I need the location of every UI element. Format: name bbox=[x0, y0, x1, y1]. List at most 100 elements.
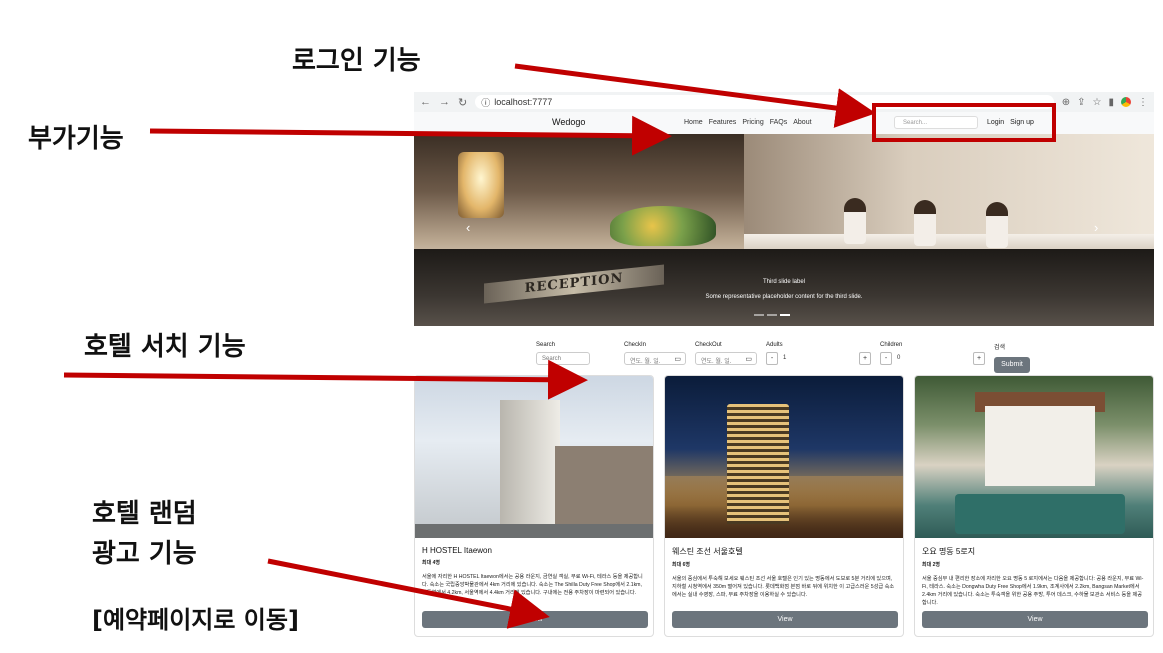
annotation-hotel-search: 호텔 서치 기능 bbox=[84, 326, 246, 363]
hero-receptionist bbox=[986, 202, 1008, 248]
nav-features[interactable]: Features bbox=[709, 119, 737, 126]
hotel-image bbox=[415, 376, 653, 538]
hotel-capacity: 최대 2명 bbox=[922, 562, 940, 568]
checkout-group: CheckOut 연도. 월. 일. ▭ bbox=[695, 342, 757, 365]
carousel-indicator-active[interactable] bbox=[780, 314, 790, 316]
carousel-indicators bbox=[754, 314, 790, 316]
children-plus-button[interactable]: + bbox=[973, 352, 985, 365]
children-value[interactable]: 0 bbox=[892, 352, 973, 365]
hero-receptionist bbox=[914, 200, 936, 246]
submit-group: 검색 bbox=[994, 342, 1005, 355]
children-label: Children bbox=[880, 342, 903, 348]
checkin-label: CheckIn bbox=[624, 342, 647, 348]
annotation-random-line1: 호텔 랜덤 bbox=[92, 499, 197, 529]
checkout-label: CheckOut bbox=[695, 342, 722, 348]
adults-label: Adults bbox=[766, 342, 783, 348]
calendar-icon[interactable]: ▭ bbox=[674, 355, 681, 363]
pool bbox=[955, 494, 1125, 534]
checkout-value: 연도. 월. 일. bbox=[701, 359, 732, 365]
browser-actions: ⊕ ⇪ ☆ ▮ ⋮ bbox=[1062, 96, 1148, 108]
children-stepper: - 0 + bbox=[880, 352, 985, 365]
back-icon[interactable]: ← bbox=[420, 96, 431, 108]
checkin-input[interactable]: 연도. 월. 일. ▭ bbox=[624, 352, 686, 365]
house bbox=[985, 406, 1095, 486]
share-icon[interactable]: ⇪ bbox=[1077, 97, 1085, 108]
hero-receptionist bbox=[844, 198, 866, 244]
hotel-card: 오요 명동 5로지 최대 2명 서울 중심부 내 편리한 장소에 자리한 오요 … bbox=[914, 375, 1154, 637]
annotation-random-ads: 호텔 랜덤 광고 기능 bbox=[92, 494, 197, 574]
hotel-description: 서울 중심부 내 편리한 장소에 자리한 오요 명동 5 로지에서는 다음을 제… bbox=[922, 576, 1144, 606]
adults-plus-button[interactable]: + bbox=[859, 352, 871, 365]
nav-faqs[interactable]: FAQs bbox=[770, 119, 788, 126]
hotel-description: 서울의 중심에서 투숙해 보세요 웨스틴 조선 서울 호텔은 인기 있는 명동에… bbox=[672, 576, 895, 598]
annotation-random-line2: 광고 기능 bbox=[92, 539, 197, 569]
annotation-login: 로그인 기능 bbox=[292, 46, 421, 76]
info-icon[interactable]: ⓘ bbox=[481, 96, 490, 109]
login-highlight-box bbox=[872, 103, 1056, 142]
carousel-caption-text: Some representative placeholder content … bbox=[705, 294, 863, 300]
submit-caption: 검색 bbox=[994, 345, 1006, 351]
hotel-capacity: 최대 6명 bbox=[672, 562, 690, 568]
site-brand[interactable]: Wedogo bbox=[552, 117, 585, 127]
card-body: 오요 명동 5로지 최대 2명 서울 중심부 내 편리한 장소에 자리한 오요 … bbox=[915, 538, 1153, 609]
chevron-left-icon[interactable]: ‹ bbox=[466, 220, 470, 235]
checkin-group: CheckIn 연도. 월. 일. ▭ bbox=[624, 342, 686, 365]
submit-button[interactable]: Submit bbox=[994, 357, 1030, 373]
street bbox=[415, 524, 653, 538]
nav-menu: Home Features Pricing FAQs About bbox=[684, 119, 812, 126]
annotation-extra-features: 부가기능 bbox=[28, 124, 124, 154]
search-input[interactable]: Search bbox=[536, 352, 590, 365]
hotel-image bbox=[665, 376, 903, 538]
hotel-search-form: Search Search CheckIn 연도. 월. 일. ▭ CheckOu… bbox=[414, 342, 1154, 376]
search-label: Search bbox=[536, 342, 556, 348]
nav-pricing[interactable]: Pricing bbox=[742, 119, 763, 126]
card-body: 웨스틴 조선 서울호텔 최대 6명 서울의 중심에서 투숙해 보세요 웨스틴 조… bbox=[665, 538, 903, 609]
hotel-title: H HOSTEL Itaewon bbox=[422, 546, 492, 555]
hotel-card: 웨스틴 조선 서울호텔 최대 6명 서울의 중심에서 투숙해 보세요 웨스틴 조… bbox=[664, 375, 904, 637]
hero-carousel: RECEPTION ‹ › Third slide label Some rep… bbox=[414, 134, 1154, 326]
view-button[interactable]: View bbox=[922, 611, 1148, 628]
hotel-capacity: 최대 4명 bbox=[422, 560, 440, 566]
kebab-icon[interactable]: ⋮ bbox=[1138, 97, 1148, 108]
adults-minus-button[interactable]: - bbox=[766, 352, 778, 365]
calendar-icon[interactable]: ▭ bbox=[745, 355, 752, 363]
hero-lamp bbox=[458, 152, 504, 218]
checkout-input[interactable]: 연도. 월. 일. ▭ bbox=[695, 352, 757, 365]
hotel-title: 웨스틴 조선 서울호텔 bbox=[672, 547, 743, 556]
adults-value[interactable]: 1 bbox=[778, 352, 859, 365]
search-group: Search Search bbox=[536, 342, 590, 365]
sidebar-icon[interactable]: ▮ bbox=[1108, 97, 1114, 108]
checkin-value: 연도. 월. 일. bbox=[630, 359, 661, 365]
adults-stepper: - 1 + bbox=[766, 352, 871, 365]
chevron-right-icon[interactable]: › bbox=[1094, 220, 1098, 235]
hotel-tower bbox=[727, 404, 789, 524]
forward-icon[interactable]: → bbox=[439, 96, 450, 108]
hero-flowers bbox=[610, 206, 716, 246]
carousel-indicator[interactable] bbox=[767, 314, 777, 316]
url-text: localhost:7777 bbox=[494, 97, 553, 107]
carousel-indicator[interactable] bbox=[754, 314, 764, 316]
adults-group: Adults - 1 + bbox=[766, 342, 871, 365]
zoom-icon[interactable]: ⊕ bbox=[1062, 97, 1070, 108]
hotel-description: 서울에 자리한 H HOSTEL Itaewon에서는 공용 라운지, 금연실 … bbox=[422, 574, 643, 596]
view-button[interactable]: View bbox=[422, 611, 648, 628]
hotel-title: 오요 명동 5로지 bbox=[922, 547, 976, 556]
view-button[interactable]: View bbox=[672, 611, 898, 628]
screenshot-stage: 로그인 기능 부가기능 호텔 서치 기능 호텔 랜덤 광고 기능 [예약페이지로… bbox=[0, 0, 1163, 653]
hotel-building bbox=[500, 400, 560, 530]
nav-home[interactable]: Home bbox=[684, 119, 703, 126]
annotation-go-to-reservation: [예약페이지로 이동] bbox=[92, 606, 299, 634]
card-body: H HOSTEL Itaewon 최대 4명 서울에 자리한 H HOSTEL … bbox=[415, 538, 653, 607]
browser-window: ← → ↻ ⓘ localhost:7777 ⊕ ⇪ ☆ ▮ ⋮ Wedogo … bbox=[414, 92, 1154, 652]
children-group: Children - 0 + bbox=[880, 342, 985, 365]
star-icon[interactable]: ☆ bbox=[1093, 97, 1102, 108]
carousel-caption-title: Third slide label bbox=[762, 279, 806, 285]
hotel-card: H HOSTEL Itaewon 최대 4명 서울에 자리한 H HOSTEL … bbox=[414, 375, 654, 637]
annotation-hotel-search-text: 호텔 서치 기능 bbox=[84, 332, 246, 362]
nav-about[interactable]: About bbox=[793, 119, 811, 126]
reload-icon[interactable]: ↻ bbox=[458, 96, 467, 109]
neighbor-building bbox=[555, 446, 653, 531]
hotel-image bbox=[915, 376, 1153, 538]
children-minus-button[interactable]: - bbox=[880, 352, 892, 365]
chrome-icon[interactable] bbox=[1121, 96, 1131, 107]
